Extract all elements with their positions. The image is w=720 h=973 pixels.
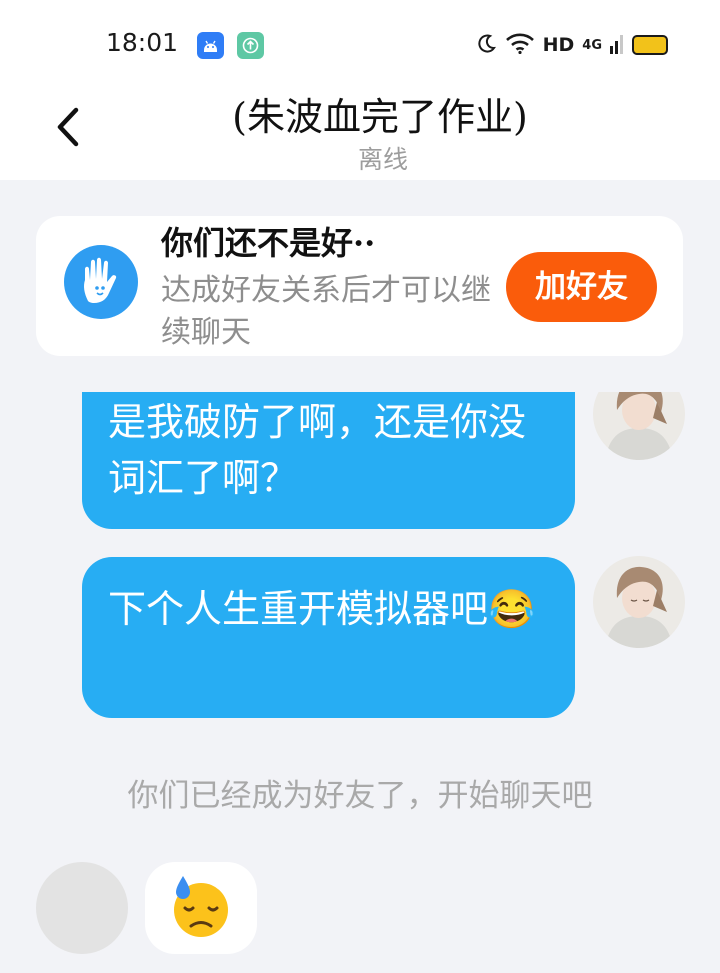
my-avatar[interactable] — [593, 556, 685, 648]
banner-title: 你们还不是好·· — [161, 224, 376, 262]
top-bar: 18:01 HD 4G (朱波血完了作业) 离线 — [0, 0, 720, 180]
update-icon — [237, 32, 264, 59]
downcast-face-with-sweat-icon — [174, 876, 228, 937]
wifi-icon — [505, 32, 535, 58]
message-bubble[interactable]: 下个人生重开模拟器吧😂 — [82, 557, 575, 718]
hd-label: HD — [542, 34, 575, 56]
signal-icon — [610, 32, 624, 58]
back-button[interactable] — [48, 100, 92, 154]
message-bubble-friend[interactable] — [145, 862, 257, 954]
add-friend-button[interactable]: 加好友 — [506, 252, 657, 322]
friend-avatar[interactable] — [36, 862, 128, 954]
add-friend-banner: 你们还不是好·· 达成好友关系后才可以继续聊天 加好友 — [36, 216, 683, 356]
moon-icon — [477, 33, 497, 57]
android-icon — [197, 32, 224, 59]
chat-status: 离线 — [357, 145, 408, 174]
battery-icon — [632, 35, 668, 55]
hand-wave-icon — [64, 245, 138, 319]
chevron-left-icon — [57, 107, 79, 147]
system-message: 你们已经成为好友了，开始聊天吧 — [127, 778, 593, 814]
status-time: 18:01 — [106, 28, 179, 57]
network-label: 4G — [582, 37, 602, 53]
avatar — [593, 392, 685, 460]
chat-title: (朱波血完了作业) — [232, 95, 528, 139]
status-indicators: HD 4G — [477, 32, 668, 58]
my-avatar[interactable] — [592, 392, 686, 460]
banner-text: 达成好友关系后才可以继续聊天 — [161, 273, 491, 350]
status-bar: 18:01 HD 4G — [0, 22, 720, 66]
message-bubble[interactable]: 是我破防了啊，还是你没词汇了啊？ — [82, 392, 575, 529]
